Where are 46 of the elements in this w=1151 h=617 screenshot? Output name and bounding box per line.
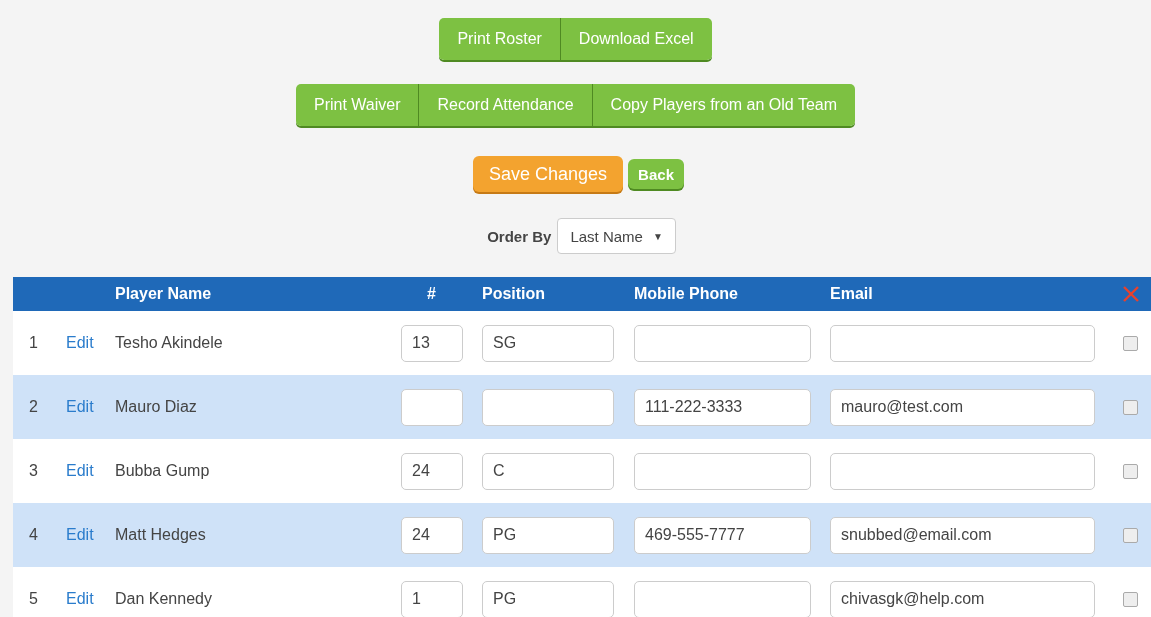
checkbox[interactable] [1123, 463, 1138, 479]
player-name: Dan Kennedy [115, 590, 212, 607]
column-header: Email [830, 285, 873, 302]
row-number: 2 [29, 398, 38, 415]
checkbox[interactable] [1123, 527, 1138, 543]
player-name: Mauro Diaz [115, 398, 197, 415]
number-field[interactable]: 13 [401, 324, 463, 362]
number-field[interactable]: 1 [401, 580, 463, 617]
email-field[interactable]: chivasgk@help.com [830, 580, 1095, 617]
row-number: 3 [29, 462, 38, 479]
edit-link[interactable]: Edit [66, 590, 94, 607]
player-name: Matt Hedges [115, 526, 206, 543]
position-field[interactable] [482, 388, 614, 426]
edit-link[interactable]: Edit [66, 334, 94, 351]
checkbox[interactable] [1123, 335, 1138, 351]
phone-field[interactable] [634, 580, 811, 617]
edit-link[interactable]: Edit [66, 462, 94, 479]
phone-field[interactable] [634, 324, 811, 362]
row-number: 4 [29, 526, 38, 543]
player-name: Bubba Gump [115, 462, 210, 479]
checkbox[interactable] [1123, 591, 1138, 607]
email-field[interactable] [830, 452, 1095, 490]
email-field[interactable]: mauro@test.com [830, 388, 1095, 426]
delete-icon[interactable] [1121, 285, 1140, 303]
order-by-dropdown[interactable]: Last Name ▼ [557, 218, 676, 254]
phone-field[interactable]: 111-222-3333 [634, 388, 811, 426]
checkbox[interactable] [1123, 399, 1138, 415]
number-field[interactable]: 24 [401, 452, 463, 490]
player-name: Tesho Akindele [115, 334, 223, 351]
order-by-label: Order By [487, 227, 552, 245]
column-header: Player Name [115, 285, 212, 302]
column-header: # [427, 285, 436, 302]
position-field[interactable]: C [482, 452, 614, 490]
number-field[interactable] [401, 388, 463, 426]
position-field[interactable]: PG [482, 516, 614, 554]
email-field[interactable] [830, 324, 1095, 362]
number-field[interactable]: 24 [401, 516, 463, 554]
phone-field[interactable] [634, 452, 811, 490]
column-header: Mobile Phone [634, 285, 738, 302]
email-field[interactable]: snubbed@email.com [830, 516, 1095, 554]
position-field[interactable]: PG [482, 580, 614, 617]
row-number: 5 [29, 590, 38, 607]
column-header: Position [482, 285, 546, 302]
phone-field[interactable]: 469-555-7777 [634, 516, 811, 554]
row-number: 1 [29, 334, 38, 351]
position-field[interactable]: SG [482, 324, 614, 362]
